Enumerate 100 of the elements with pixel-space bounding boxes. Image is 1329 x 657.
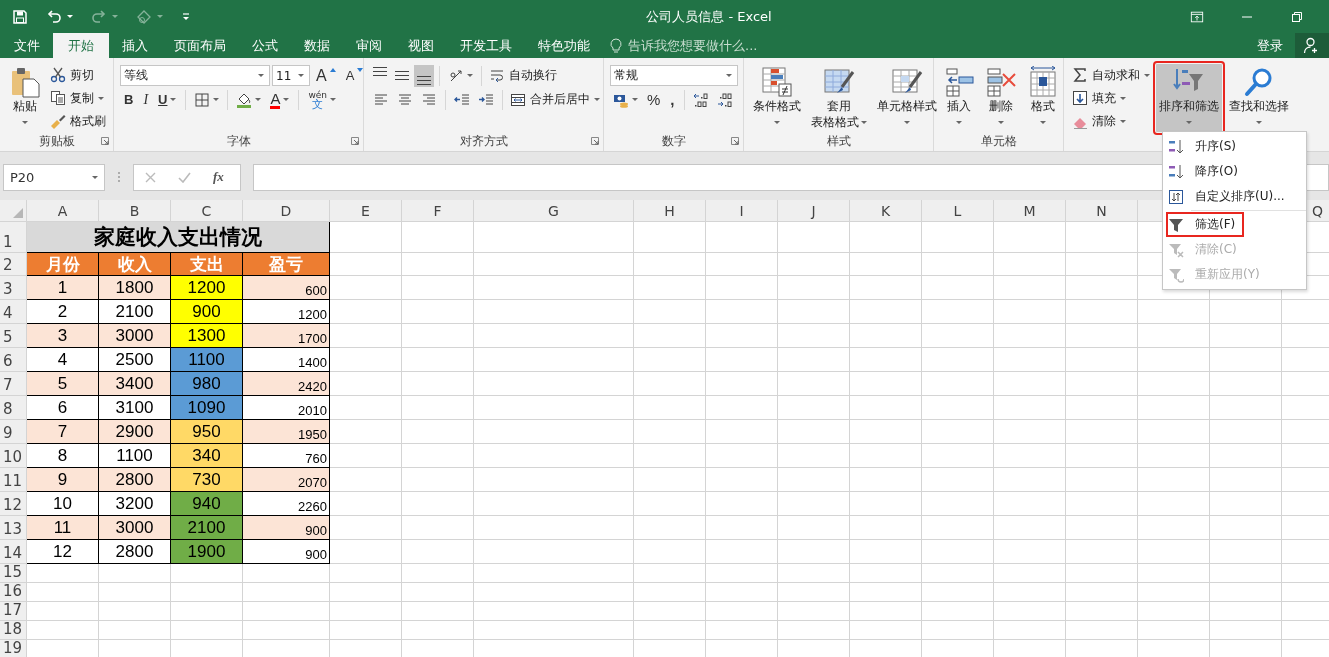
empty-cell bbox=[706, 324, 778, 348]
merge-button[interactable]: 合并后居中 bbox=[508, 88, 602, 111]
column-header[interactable]: G bbox=[474, 200, 634, 222]
table-cell: 3000 bbox=[99, 324, 171, 348]
align-right-icon bbox=[421, 91, 437, 108]
sort-filter-button[interactable]: 排序和筛选 bbox=[1156, 64, 1222, 132]
ribbon-tab[interactable]: 开发工具 bbox=[447, 33, 525, 58]
ribbon-tab[interactable]: 开始 bbox=[53, 33, 109, 58]
dialog-launcher-button[interactable] bbox=[101, 137, 109, 145]
row-header[interactable]: 18 bbox=[0, 621, 27, 640]
column-header[interactable]: I bbox=[706, 200, 778, 222]
table-format-button[interactable]: 套用 表格格式 bbox=[808, 64, 870, 132]
sign-in-link[interactable]: 登录 bbox=[1245, 33, 1295, 58]
column-header[interactable]: C bbox=[171, 200, 243, 222]
row-header[interactable]: 9 bbox=[0, 420, 27, 444]
ribbon-tab[interactable]: 特色功能 bbox=[525, 33, 603, 58]
format-cells-button[interactable]: 格式 bbox=[1024, 64, 1062, 132]
dialog-launcher-button[interactable] bbox=[591, 137, 599, 145]
autosum-button[interactable]: 自动求和 bbox=[1070, 64, 1152, 86]
row-header[interactable]: 14 bbox=[0, 540, 27, 564]
empty-cell bbox=[1138, 420, 1210, 444]
ribbon-tab[interactable]: 公式 bbox=[239, 33, 291, 58]
row-header[interactable]: 10 bbox=[0, 444, 27, 468]
menu-item[interactable]: 自定义排序(U)... bbox=[1163, 184, 1306, 209]
conditional-format-button[interactable]: 条件格式 bbox=[750, 64, 804, 132]
fill-button[interactable]: 填充 bbox=[1070, 87, 1128, 109]
menu-item[interactable]: 升序(S) bbox=[1163, 134, 1306, 159]
grow-font-button[interactable]: A bbox=[312, 64, 340, 87]
insert-cells-button[interactable]: 插入 bbox=[940, 64, 978, 132]
row-header[interactable]: 2 bbox=[0, 253, 27, 276]
italic-button[interactable]: I bbox=[139, 88, 153, 111]
clear-button[interactable]: 清除 bbox=[1070, 110, 1128, 132]
bar-grid-icon bbox=[761, 66, 793, 98]
row-header[interactable]: 4 bbox=[0, 300, 27, 324]
row-header[interactable]: 16 bbox=[0, 583, 27, 602]
row-header[interactable]: 8 bbox=[0, 396, 27, 420]
ribbon-tab[interactable]: 视图 bbox=[395, 33, 447, 58]
row-header[interactable]: 1 bbox=[0, 222, 27, 253]
ribbon-tab[interactable]: 插入 bbox=[109, 33, 161, 58]
empty-cell bbox=[330, 583, 402, 602]
group-label: 对齐方式 bbox=[459, 132, 508, 150]
empty-cell bbox=[850, 372, 922, 396]
empty-cell bbox=[850, 621, 922, 640]
column-header[interactable]: F bbox=[402, 200, 474, 222]
ribbon-tab[interactable]: 数据 bbox=[291, 33, 343, 58]
format-painter-button[interactable]: 格式刷 bbox=[48, 110, 108, 132]
column-header[interactable]: N bbox=[1066, 200, 1138, 222]
font-color-button[interactable]: A bbox=[266, 88, 294, 111]
column-header[interactable]: J bbox=[778, 200, 850, 222]
comma-button[interactable]: , bbox=[666, 88, 679, 111]
wrap-text-button[interactable]: 自动换行 bbox=[487, 64, 559, 87]
bold-button[interactable]: B bbox=[120, 88, 138, 111]
empty-cell bbox=[922, 396, 994, 420]
dialog-launcher-button[interactable] bbox=[351, 137, 359, 145]
cell-styles-button[interactable]: 单元格样式 bbox=[874, 64, 940, 132]
row-header[interactable]: 17 bbox=[0, 602, 27, 621]
phonetic-button[interactable]: wén 文 bbox=[304, 88, 341, 111]
percent-button[interactable]: % bbox=[643, 88, 665, 111]
tell-me-field[interactable]: 告诉我您想要做什么... bbox=[628, 38, 808, 53]
cut-button[interactable]: 剪切 bbox=[48, 64, 96, 86]
underline-button[interactable]: U bbox=[154, 88, 181, 111]
ribbon-tab[interactable]: 文件 bbox=[1, 33, 53, 58]
empty-cell bbox=[1210, 372, 1282, 396]
copy-icon bbox=[50, 90, 66, 106]
column-header[interactable]: B bbox=[99, 200, 171, 222]
row-header[interactable]: 7 bbox=[0, 372, 27, 396]
row-header[interactable]: 6 bbox=[0, 348, 27, 372]
column-header[interactable]: K bbox=[850, 200, 922, 222]
font-name-box[interactable]: 等线 bbox=[120, 65, 270, 86]
column-header[interactable]: M bbox=[994, 200, 1066, 222]
column-header[interactable]: A bbox=[27, 200, 99, 222]
row-header[interactable]: 13 bbox=[0, 516, 27, 540]
insert-function-button[interactable]: fx bbox=[213, 169, 224, 185]
column-header[interactable]: D bbox=[243, 200, 330, 222]
row-header[interactable]: 15 bbox=[0, 564, 27, 583]
shrink-font-button[interactable]: A bbox=[341, 64, 368, 87]
row-header[interactable]: 12 bbox=[0, 492, 27, 516]
paste-button[interactable]: 粘贴 bbox=[6, 64, 44, 132]
empty-cell bbox=[706, 276, 778, 300]
number-format-box[interactable]: 常规 bbox=[610, 65, 738, 86]
menu-item[interactable]: 降序(O) bbox=[1163, 159, 1306, 184]
column-header[interactable]: E bbox=[330, 200, 402, 222]
delete-cells-button[interactable]: 删除 bbox=[982, 64, 1020, 132]
ribbon-tab[interactable]: 审阅 bbox=[343, 33, 395, 58]
ribbon-tab[interactable]: 页面布局 bbox=[161, 33, 239, 58]
name-box[interactable]: P20 bbox=[3, 163, 105, 191]
row-header[interactable]: 11 bbox=[0, 468, 27, 492]
empty-cell bbox=[1210, 492, 1282, 516]
column-header[interactable]: H bbox=[634, 200, 706, 222]
row-header[interactable]: 3 bbox=[0, 276, 27, 300]
font-size-box[interactable]: 11 bbox=[272, 65, 310, 86]
empty-cell bbox=[1138, 300, 1210, 324]
column-header[interactable]: L bbox=[922, 200, 994, 222]
row-header[interactable]: 5 bbox=[0, 324, 27, 348]
dialog-launcher-button[interactable] bbox=[731, 137, 739, 145]
row-header[interactable]: 19 bbox=[0, 640, 27, 657]
copy-button[interactable]: 复制 bbox=[48, 87, 106, 109]
share-button[interactable] bbox=[1295, 33, 1329, 58]
align-bottom-button[interactable] bbox=[414, 64, 434, 87]
menu-item[interactable]: 筛选(F) bbox=[1166, 212, 1244, 237]
